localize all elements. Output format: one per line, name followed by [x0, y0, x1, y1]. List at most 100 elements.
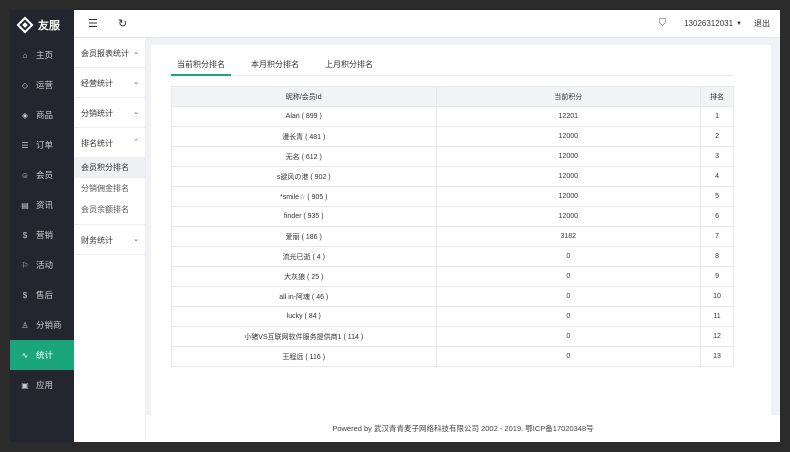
- table-row: 大灰狼 ( 25 ) 0 9: [171, 266, 734, 287]
- cell-nickname: 小猪VS互联网软件服务提供商1 ( 114 ): [171, 326, 437, 347]
- cell-rank: 4: [700, 166, 734, 187]
- table-row: lucky ( 84 ) 0 11: [171, 306, 734, 327]
- sidebar-item-members[interactable]: ☺ 会员: [10, 160, 74, 190]
- chevron-down-icon: ⌄: [133, 236, 139, 243]
- cell-rank: 6: [700, 206, 734, 227]
- tab-current-points[interactable]: 当前积分排名: [171, 59, 231, 76]
- table-row: finder ( 935 ) 12000 6: [171, 206, 734, 227]
- chevron-down-icon: ⌄: [133, 109, 139, 116]
- sidebar-item-statistics[interactable]: ∿ 统计: [10, 340, 74, 370]
- sidebar-item-orders[interactable]: ☰ 订单: [10, 130, 74, 160]
- cell-rank: 3: [700, 146, 734, 167]
- ranking-table: 昵称/会员Id 当前积分 排名 Alan ( 899 ) 12201 1 漫长青 ( …: [171, 86, 734, 367]
- sidebar-item-operation[interactable]: ◇ 运营: [10, 70, 74, 100]
- cell-points: 0: [435, 346, 702, 367]
- ranking-tabs: 当前积分排名 本月积分排名 上月积分排名: [171, 59, 734, 76]
- subnav-group-ranking[interactable]: 排名统计 ⌃: [74, 128, 145, 157]
- tag-icon: ◈: [21, 110, 29, 120]
- table-row: 无名 ( 612 ) 12000 3: [171, 146, 734, 167]
- cell-rank: 7: [700, 226, 734, 247]
- cell-rank: 10: [700, 286, 734, 307]
- refresh-icon[interactable]: ↻: [118, 17, 127, 30]
- sub-nav: 会员报表统计 ⌄ 经营统计 ⌄ 分销统计 ⌄ 排名统计 ⌃ 会员积分排名 分销佣金排名 …: [74, 38, 146, 442]
- tab-month-points[interactable]: 本月积分排名: [245, 59, 305, 76]
- table-header-row: 昵称/会员Id 当前积分 排名: [171, 86, 734, 107]
- cell-points: 0: [435, 246, 702, 267]
- pulse-icon: ∿: [21, 350, 29, 360]
- flag-icon: ⚐: [21, 260, 29, 270]
- tab-last-month-points[interactable]: 上月积分排名: [319, 59, 379, 76]
- subnav-group-member-report[interactable]: 会员报表统计 ⌄: [74, 38, 145, 68]
- app-icon: ▣: [21, 380, 29, 390]
- cell-points: 0: [435, 266, 702, 287]
- table-body: Alan ( 899 ) 12201 1 漫长青 ( 481 ) 12000 2 无名 ( …: [171, 106, 734, 367]
- subnav-item-balance-rank[interactable]: 会员余额排名: [74, 199, 145, 220]
- cell-rank: 1: [700, 106, 734, 127]
- subnav-group-business[interactable]: 经营统计 ⌄: [74, 68, 145, 98]
- table-row: 爱丽 ( 186 ) 3182 7: [171, 226, 734, 247]
- cell-nickname: Alan ( 899 ): [171, 106, 437, 127]
- table-row: 漫长青 ( 481 ) 12000 2: [171, 126, 734, 147]
- app-frame: 友服 ⌂ 主页 ◇ 运营 ◈ 商品 ☰ 订单 ☺ 会员 ▤ 资讯 $ 营销 ⚐ 活动 $ 售后 ♙…: [10, 10, 780, 442]
- brand-logo[interactable]: 友服: [10, 10, 74, 40]
- cell-nickname: s避风の港 ( 902 ): [171, 166, 437, 187]
- cell-rank: 11: [700, 306, 734, 327]
- cell-nickname: 王程远 ( 116 ): [171, 346, 437, 367]
- main-sidebar: 友服 ⌂ 主页 ◇ 运营 ◈ 商品 ☰ 订单 ☺ 会员 ▤ 资讯 $ 营销 ⚐ 活动 $ 售后 ♙…: [10, 10, 74, 442]
- table-row: 王程远 ( 116 ) 0 13: [171, 346, 734, 367]
- shield-icon: ◇: [21, 80, 29, 90]
- coin-icon: $: [22, 290, 28, 300]
- news-icon: ▤: [21, 200, 29, 210]
- sidebar-item-distributor[interactable]: ♙ 分销商: [10, 310, 74, 340]
- sidebar-item-home[interactable]: ⌂ 主页: [10, 40, 74, 70]
- theme-icon[interactable]: ⛉: [659, 18, 667, 29]
- cell-rank: 2: [700, 126, 734, 147]
- cell-points: 12201: [435, 106, 702, 127]
- subnav-item-commission-rank[interactable]: 分销佣金排名: [74, 178, 145, 199]
- cell-points: 12000: [435, 206, 702, 227]
- cell-nickname: 爱丽 ( 186 ): [171, 226, 437, 247]
- home-icon: ⌂: [22, 50, 28, 60]
- footer: Powered by 武汉青青麦子网络科技有限公司 2002 - 2019. 鄂…: [146, 415, 780, 442]
- table-row: 流光已逝 ( 4 ) 0 8: [171, 246, 734, 267]
- cell-nickname: 无名 ( 612 ): [171, 146, 437, 167]
- chevron-down-icon: ⌄: [133, 79, 139, 86]
- user-icon: ☺: [20, 170, 30, 180]
- cell-nickname: lucky ( 84 ): [171, 306, 437, 327]
- cell-points: 0: [435, 326, 702, 347]
- sidebar-item-activity[interactable]: ⚐ 活动: [10, 250, 74, 280]
- subnav-item-member-points-rank[interactable]: 会员积分排名: [74, 157, 145, 178]
- cell-nickname: finder ( 935 ): [171, 206, 437, 227]
- chevron-down-icon[interactable]: ▼: [736, 21, 742, 27]
- cell-rank: 9: [700, 266, 734, 287]
- subnav-group-finance[interactable]: 财务统计 ⌄: [74, 225, 145, 255]
- cell-points: 12000: [435, 186, 702, 207]
- sidebar-item-apps[interactable]: ▣ 应用: [10, 370, 74, 400]
- list-icon: ☰: [21, 140, 29, 150]
- coin-icon: $: [22, 230, 28, 240]
- cell-nickname: 流光已逝 ( 4 ): [171, 246, 437, 267]
- cell-rank: 12: [700, 326, 734, 347]
- chevron-up-icon: ⌃: [133, 139, 139, 146]
- sidebar-item-marketing[interactable]: $ 营销: [10, 220, 74, 250]
- table-row: all in-阿魂 ( 46 ) 0 10: [171, 286, 734, 307]
- logout-button[interactable]: 退出: [754, 18, 770, 29]
- cell-points: 0: [435, 286, 702, 307]
- sidebar-item-after-sales[interactable]: $ 售后: [10, 280, 74, 310]
- cell-points: 3182: [435, 226, 702, 247]
- column-header-nickname: 昵称/会员Id: [171, 86, 437, 107]
- user-account[interactable]: 13026312031: [684, 19, 733, 28]
- cell-nickname: 大灰狼 ( 25 ): [171, 266, 437, 287]
- cell-points: 12000: [435, 126, 702, 147]
- table-row: Alan ( 899 ) 12201 1: [171, 106, 734, 127]
- column-header-points: 当前积分: [435, 86, 702, 107]
- cell-rank: 13: [700, 346, 734, 367]
- cell-points: 12000: [435, 166, 702, 187]
- sidebar-item-news[interactable]: ▤ 资讯: [10, 190, 74, 220]
- menu-toggle-icon[interactable]: ☰: [88, 17, 98, 30]
- cell-nickname: 漫长青 ( 481 ): [171, 126, 437, 147]
- chevron-down-icon: ⌄: [133, 49, 139, 56]
- sidebar-item-goods[interactable]: ◈ 商品: [10, 100, 74, 130]
- cell-rank: 8: [700, 246, 734, 267]
- subnav-group-distribution[interactable]: 分销统计 ⌄: [74, 98, 145, 128]
